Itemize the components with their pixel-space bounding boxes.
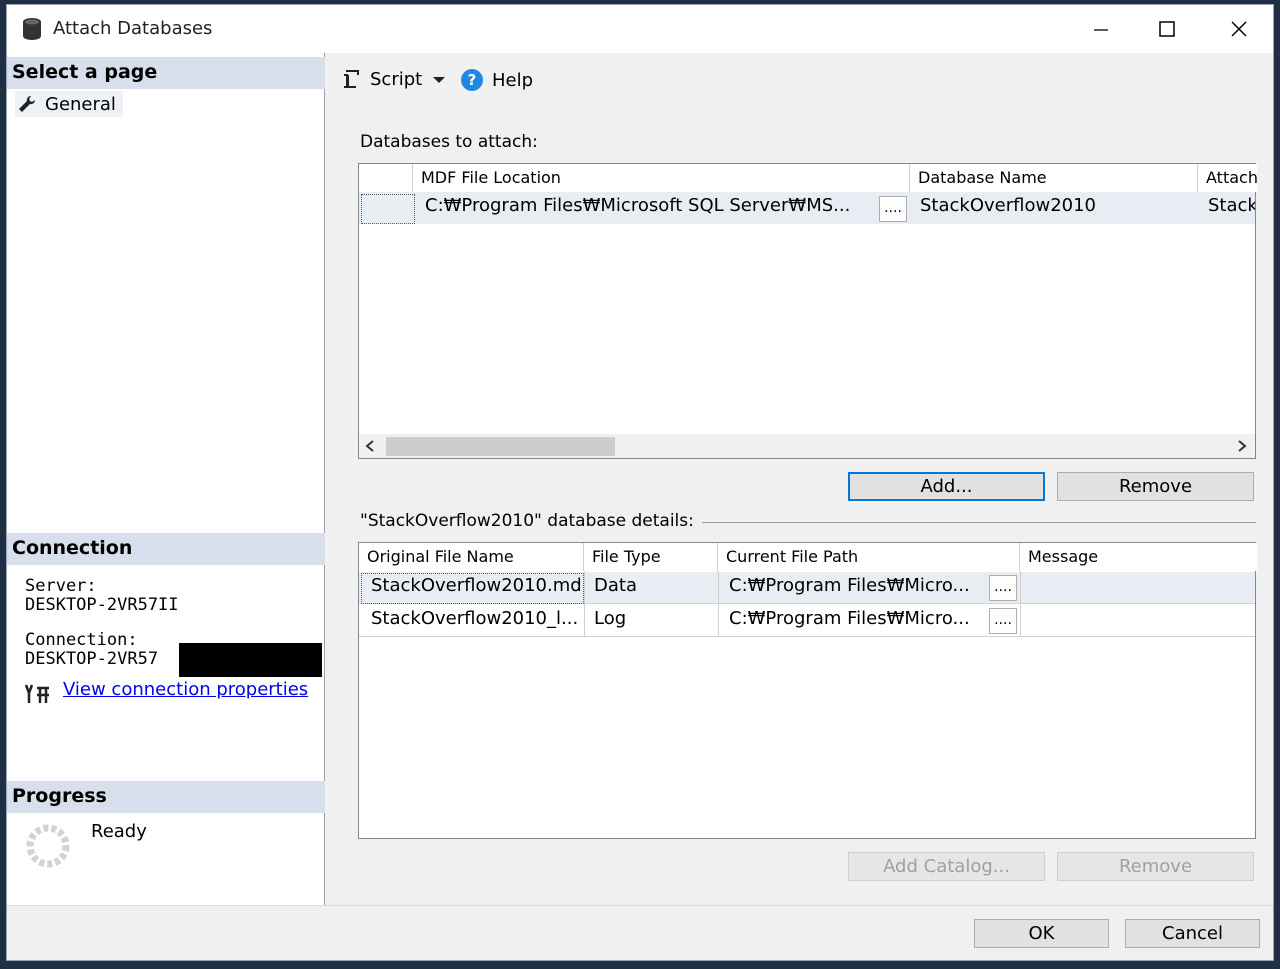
help-button[interactable]: ? Help bbox=[460, 68, 533, 92]
progress-status: Ready bbox=[91, 821, 147, 842]
original-file-name-cell[interactable]: StackOverflow2010.mdf bbox=[371, 572, 581, 596]
column-separator bbox=[718, 571, 719, 637]
page-item-general[interactable]: General bbox=[15, 91, 123, 117]
column-header-database-name[interactable]: Database Name bbox=[910, 164, 1198, 192]
scrollbar-thumb[interactable] bbox=[386, 437, 615, 456]
connection-value: DESKTOP-2VR57 bbox=[25, 649, 159, 669]
server-value: DESKTOP-2VR57II bbox=[25, 595, 179, 615]
column-separator bbox=[1020, 571, 1021, 637]
select-page-header: Select a page bbox=[7, 57, 325, 89]
toolbar: Script ? Help bbox=[326, 53, 1273, 109]
progress-header: Progress bbox=[7, 781, 325, 813]
database-details-grid[interactable]: Original File Name File Type Current Fil… bbox=[358, 542, 1257, 839]
close-icon bbox=[1231, 21, 1247, 37]
right-pane: Script ? Help Databases to attach: MDF F… bbox=[326, 53, 1273, 905]
help-icon: ? bbox=[461, 69, 483, 91]
database-name-cell[interactable]: StackOverflow2010 bbox=[920, 192, 1190, 216]
row-header-column bbox=[359, 164, 413, 192]
scroll-right-icon[interactable] bbox=[1237, 440, 1247, 452]
view-connection-properties-link[interactable]: View connection properties bbox=[63, 679, 308, 700]
svg-text:?: ? bbox=[468, 71, 477, 89]
close-button[interactable] bbox=[1203, 5, 1275, 53]
database-details-label: "StackOverflow2010" database details: bbox=[360, 511, 694, 531]
help-label: Help bbox=[492, 69, 534, 91]
row-selector[interactable] bbox=[361, 194, 415, 224]
column-header-file-type[interactable]: File Type bbox=[584, 543, 718, 571]
left-pane: Select a page General Connection Server:… bbox=[7, 53, 325, 905]
table-row[interactable]: StackOverflow2010.mdf Data C:₩Program Fi… bbox=[359, 572, 1255, 604]
script-label: Script bbox=[370, 68, 423, 90]
column-separator bbox=[584, 571, 585, 637]
ok-button[interactable]: OK bbox=[974, 919, 1109, 948]
maximize-icon bbox=[1159, 21, 1175, 37]
column-header-original-file-name[interactable]: Original File Name bbox=[359, 543, 584, 571]
script-button[interactable]: Script bbox=[340, 68, 422, 90]
chevron-down-icon bbox=[433, 77, 445, 83]
progress-spinner-icon bbox=[26, 824, 70, 868]
column-header-mdf[interactable]: MDF File Location bbox=[413, 164, 910, 192]
server-label: Server: bbox=[25, 576, 97, 596]
minimize-button[interactable] bbox=[1065, 5, 1137, 53]
connection-properties-icon bbox=[24, 684, 49, 703]
table-row[interactable]: StackOverflow2010_l... Log C:₩Program Fi… bbox=[359, 605, 1255, 637]
database-icon bbox=[23, 18, 41, 40]
connection-header: Connection bbox=[7, 533, 325, 565]
script-dropdown[interactable] bbox=[432, 75, 446, 85]
redaction-box bbox=[179, 643, 322, 677]
scroll-left-icon[interactable] bbox=[365, 440, 375, 452]
cancel-button[interactable]: Cancel bbox=[1125, 919, 1260, 948]
minimize-icon bbox=[1094, 29, 1108, 31]
horizontal-scrollbar[interactable] bbox=[359, 434, 1255, 458]
window-title: Attach Databases bbox=[53, 18, 213, 39]
databases-to-attach-grid[interactable]: MDF File Location Database Name Attach C… bbox=[358, 163, 1257, 459]
browse-mdf-button[interactable]: .... bbox=[879, 196, 907, 222]
file-type-cell[interactable]: Log bbox=[594, 605, 714, 629]
column-header-current-file-path[interactable]: Current File Path bbox=[718, 543, 1020, 571]
details-remove-button[interactable]: Remove bbox=[1057, 852, 1254, 881]
wrench-icon bbox=[19, 95, 36, 112]
file-type-cell[interactable]: Data bbox=[594, 572, 714, 596]
mdf-location-cell[interactable]: C:₩Program Files₩Microsoft SQL Server₩MS… bbox=[425, 192, 875, 216]
dialog-footer: OK Cancel bbox=[7, 905, 1273, 960]
table-row[interactable]: C:₩Program Files₩Microsoft SQL Server₩MS… bbox=[359, 192, 1255, 224]
current-file-path-cell[interactable]: C:₩Program Files₩Micro... bbox=[729, 572, 984, 596]
original-file-name-cell[interactable]: StackOverflow2010_l... bbox=[371, 605, 581, 629]
script-icon bbox=[344, 70, 359, 88]
title-bar: Attach Databases bbox=[7, 5, 1273, 53]
add-button[interactable]: Add... bbox=[848, 472, 1045, 501]
message-cell bbox=[1029, 572, 1249, 575]
column-header-attach-as[interactable]: Attach bbox=[1198, 164, 1257, 192]
connection-label: Connection: bbox=[25, 630, 138, 650]
column-header-message[interactable]: Message bbox=[1020, 543, 1257, 571]
browse-file-path-button[interactable]: .... bbox=[989, 575, 1017, 601]
details-divider bbox=[702, 522, 1256, 523]
current-file-path-cell[interactable]: C:₩Program Files₩Micro... bbox=[729, 605, 984, 629]
page-item-label: General bbox=[45, 93, 116, 115]
remove-button[interactable]: Remove bbox=[1057, 472, 1254, 501]
message-cell bbox=[1029, 605, 1249, 608]
browse-file-path-button[interactable]: .... bbox=[989, 608, 1017, 634]
maximize-button[interactable] bbox=[1131, 5, 1203, 53]
attach-as-cell[interactable]: Stack bbox=[1208, 192, 1255, 216]
attach-databases-window: Attach Databases Select a page General C… bbox=[6, 4, 1274, 961]
add-catalog-button[interactable]: Add Catalog... bbox=[848, 852, 1045, 881]
databases-to-attach-label: Databases to attach: bbox=[360, 132, 538, 152]
